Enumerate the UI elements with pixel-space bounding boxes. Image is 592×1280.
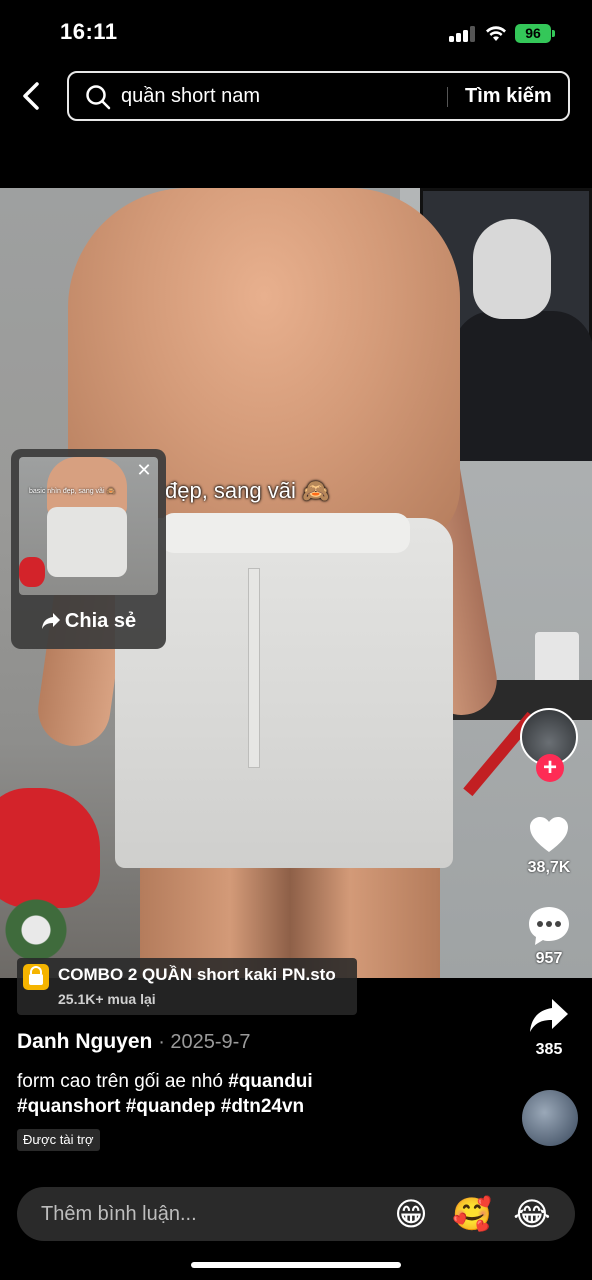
shorts-drawstring — [248, 568, 260, 768]
post-date: · 2025-9-7 — [158, 1031, 251, 1053]
share-button[interactable]: Chia sẻ — [11, 599, 166, 643]
wifi-icon — [486, 26, 506, 41]
share-popup: basic nhìn đẹp, sang vãi 🙈 ✕ Chia sẻ — [11, 449, 166, 649]
music-disc-avatar[interactable] — [522, 1090, 578, 1146]
home-indicator[interactable] — [191, 1262, 401, 1268]
red-cloth — [0, 788, 100, 908]
laugh-emoji-button[interactable]: 😂 — [513, 1195, 551, 1233]
like-count: 38,7K — [527, 859, 571, 876]
battery-icon: 96 — [515, 24, 551, 43]
follow-button[interactable]: + — [536, 754, 564, 782]
product-purchase-count: 25.1K+ mua lại — [58, 991, 156, 1007]
post-description: form cao trên gối ae nhó #quandui #quans… — [17, 1069, 417, 1119]
product-link[interactable]: COMBO 2 QUẦN short kaki PN.sto 25.1K+ mu… — [17, 958, 357, 1015]
product-title: COMBO 2 QUẦN short kaki PN.sto — [58, 965, 336, 984]
shopping-bag-icon — [23, 964, 49, 990]
heart-icon[interactable] — [527, 813, 571, 857]
back-button[interactable] — [14, 78, 48, 114]
thumbnail-caption: basic nhìn đẹp, sang vãi 🙈 — [29, 488, 116, 495]
battery-tip — [552, 30, 555, 37]
video-caption-overlay: đẹp, sang vãi 🙈 — [165, 478, 330, 503]
search-submit-button[interactable]: Tìm kiếm — [465, 73, 552, 119]
cellular-signal-icon — [449, 26, 475, 42]
close-icon[interactable]: ✕ — [131, 457, 157, 483]
comment-count: 957 — [535, 950, 563, 967]
search-icon — [86, 85, 111, 110]
status-bar: 16:11 96 — [0, 0, 592, 64]
hashtag[interactable]: #dtn24vn — [221, 1096, 304, 1117]
share-button-label: Chia sẻ — [64, 610, 137, 632]
share-icon[interactable] — [527, 995, 571, 1039]
share-arrow-icon — [41, 613, 60, 629]
author-name[interactable]: Danh Nguyen — [17, 1030, 152, 1053]
hashtag[interactable]: #quanshort — [17, 1096, 120, 1117]
search-input[interactable]: quần short nam — [121, 73, 260, 119]
comment-bar[interactable]: Thêm bình luận... 😁 🥰 😂 — [17, 1187, 575, 1241]
grin-emoji-button[interactable]: 😁 — [392, 1195, 430, 1233]
share-count: 385 — [535, 1041, 563, 1058]
hashtag[interactable]: #quandep — [126, 1096, 216, 1117]
comment-icon[interactable] — [527, 904, 571, 948]
comment-input[interactable]: Thêm bình luận... — [41, 1187, 197, 1241]
search-divider — [447, 87, 448, 107]
status-time: 16:11 — [60, 19, 118, 44]
shorts-waistband — [160, 513, 410, 553]
hearts-emoji-button[interactable]: 🥰 — [452, 1195, 492, 1233]
hashtag[interactable]: #quandui — [228, 1071, 312, 1092]
author-line: Danh Nguyen · 2025-9-7 — [17, 1030, 250, 1054]
sponsored-badge: Được tài trợ — [17, 1129, 100, 1151]
post-text: form cao trên gối ae nhó — [17, 1071, 223, 1092]
search-box[interactable]: quần short nam Tìm kiếm — [67, 71, 570, 121]
